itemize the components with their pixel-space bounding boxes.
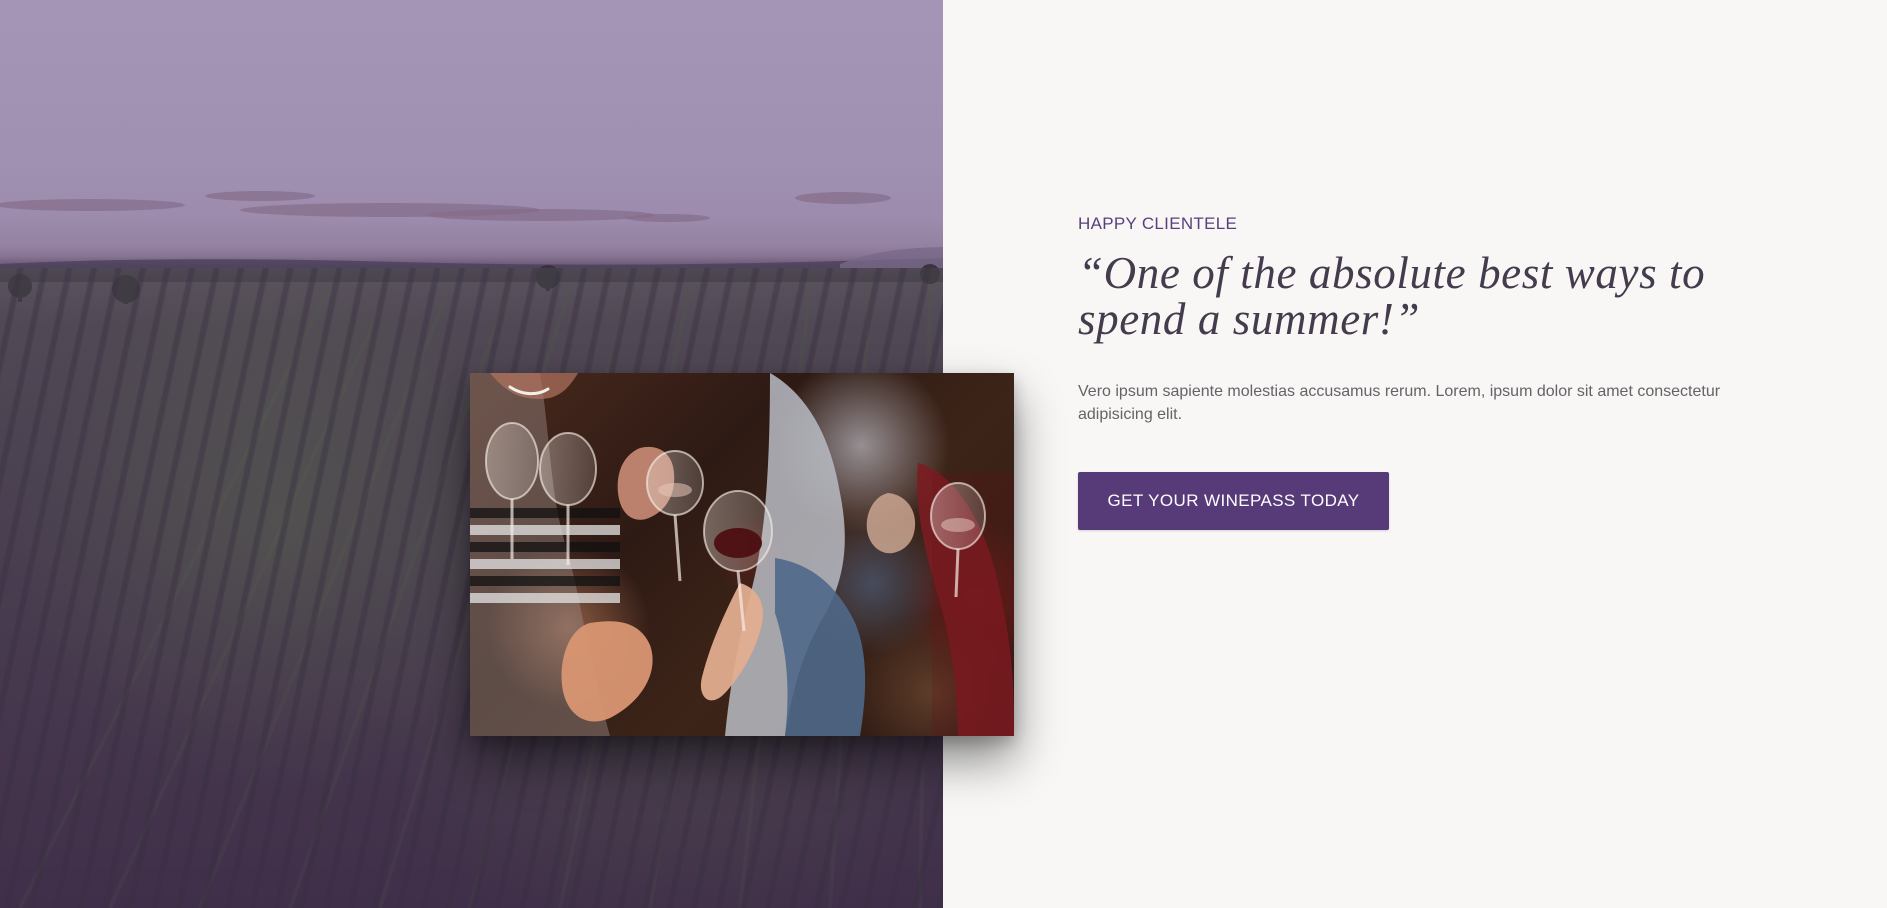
- wine-toast-illustration: [470, 373, 1014, 736]
- winepass-cta-button[interactable]: GET YOUR WINEPASS TODAY: [1078, 472, 1389, 530]
- testimonial-section: HAPPY CLIENTELE “One of the absolute bes…: [0, 0, 1887, 908]
- testimonial-content: HAPPY CLIENTELE “One of the absolute bes…: [1078, 0, 1778, 908]
- testimonial-quote: “One of the absolute best ways to spend …: [1078, 248, 1706, 344]
- testimonial-description: Vero ipsum sapiente molestias accusamus …: [1078, 383, 1721, 423]
- section-eyebrow: HAPPY CLIENTELE: [1078, 214, 1238, 233]
- wine-toast-photo: [470, 373, 1014, 736]
